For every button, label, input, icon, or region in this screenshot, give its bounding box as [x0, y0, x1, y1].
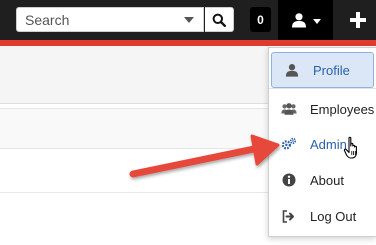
search-input[interactable] — [17, 8, 177, 31]
menu-item-label: Admin — [310, 136, 347, 152]
menu-item-label: Employees — [310, 101, 375, 117]
menu-item-profile[interactable]: Profile — [271, 52, 374, 88]
content-band — [0, 108, 268, 149]
user-icon — [284, 62, 300, 78]
menu-divider — [269, 88, 376, 89]
menu-item-employees[interactable]: Employees — [269, 91, 376, 127]
notification-count-badge[interactable]: 0 — [250, 7, 271, 32]
search-dropdown-caret-icon[interactable] — [184, 17, 194, 23]
hand-pointer-cursor-icon — [343, 136, 357, 159]
info-circle-icon — [281, 172, 297, 188]
top-navbar: 0 — [0, 0, 376, 40]
sign-out-icon — [281, 208, 297, 224]
users-icon — [281, 101, 297, 117]
menu-item-label: Log Out — [310, 208, 357, 224]
plus-icon — [350, 12, 366, 28]
user-icon — [291, 13, 306, 28]
menu-item-label: Profile — [313, 62, 350, 78]
chevron-down-icon — [312, 18, 321, 24]
add-button[interactable] — [340, 0, 376, 40]
user-menu-toggle[interactable] — [278, 0, 333, 40]
page-toolbar-area — [0, 46, 268, 104]
content-divider — [0, 192, 268, 193]
search-icon — [212, 13, 226, 27]
search-box[interactable] — [16, 7, 204, 32]
menu-item-label: About — [310, 172, 344, 188]
menu-item-about[interactable]: About — [269, 162, 376, 198]
gears-icon — [281, 136, 297, 152]
menu-item-logout[interactable]: Log Out — [269, 198, 376, 234]
search-button[interactable] — [205, 7, 234, 32]
